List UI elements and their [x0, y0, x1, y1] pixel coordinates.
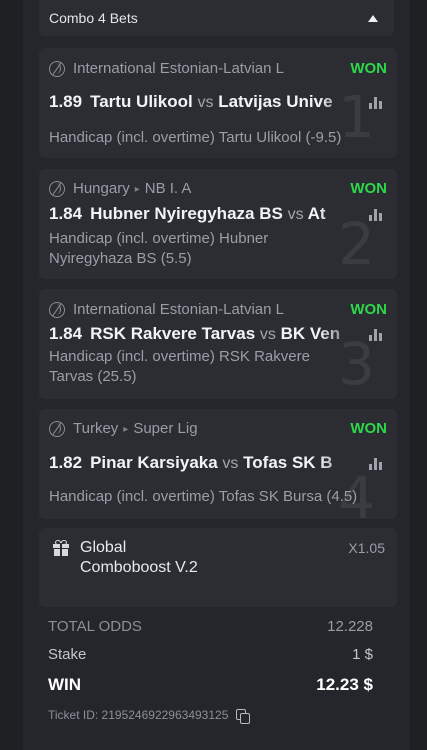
bet-odd: 1.84 [49, 324, 83, 343]
stats-icon[interactable] [369, 95, 385, 109]
combo-title: Combo 4 Bets [49, 10, 138, 26]
market-text: Handicap (incl. overtime) Tofas SK Bursa… [49, 488, 358, 505]
combo-header[interactable]: Combo 4 Bets [39, 0, 394, 36]
bet-card[interactable]: 4 Turkey ▸ Super Lig WON 1.82 Pinar Karsiya… [39, 409, 397, 519]
market-text: Handicap (incl. overtime) RSK Rakvere Ta… [49, 348, 310, 385]
bet-card[interactable]: 2 Hungary ▸ NB I. A WON 1.84 Hubner Nyiregy… [39, 169, 397, 279]
total-odds-value: 12.228 [327, 618, 373, 635]
market-text: Handicap (incl. overtime) Hubner Nyiregy… [49, 230, 269, 267]
comboboost-card: Global Comboboost V.2 X1.05 [39, 528, 397, 607]
status-badge: WON [350, 301, 387, 318]
boost-name: Global Comboboost V.2 [80, 539, 198, 576]
stake-label: Stake [48, 646, 87, 663]
away-team: Tofas SK B [243, 453, 333, 472]
bet-odd: 1.84 [49, 204, 83, 223]
copy-icon[interactable] [236, 708, 251, 724]
league-label: Hungary ▸ NB I. A [73, 180, 192, 197]
home-team: RSK Rakvere Tarvas [90, 324, 256, 343]
basketball-icon [49, 180, 65, 197]
bet-card[interactable]: 3 International Estonian-Latvian L WON 1… [39, 289, 397, 399]
league-label: International Estonian-Latvian L [73, 301, 284, 318]
boost-multiplier: X1.05 [348, 540, 385, 556]
league-label: International Estonian-Latvian L [73, 60, 284, 77]
stats-icon[interactable] [369, 327, 385, 341]
win-row: WIN 12.23 $ [48, 675, 373, 695]
home-team: Tartu Ulikool [90, 92, 193, 111]
away-team: BK Ven [280, 324, 341, 343]
ticket-id-text: Ticket ID: 2195246922963493125 [48, 708, 229, 722]
bet-odd: 1.82 [49, 453, 83, 472]
status-badge: WON [350, 180, 387, 197]
away-team: At [307, 204, 326, 223]
stats-icon[interactable] [369, 456, 385, 470]
basketball-icon [49, 301, 65, 318]
basketball-icon [49, 60, 65, 77]
ticket-id: Ticket ID: 2195246922963493125 [48, 708, 251, 724]
stake-value: 1 $ [352, 646, 373, 663]
total-odds-row: TOTAL ODDS 12.228 [48, 618, 373, 635]
win-value: 12.23 $ [316, 675, 373, 694]
home-team: Hubner Nyiregyhaza BS [90, 204, 283, 223]
match-line: 1.84 Hubner Nyiregyhaza BS vs At [49, 204, 326, 223]
total-odds-label: TOTAL ODDS [48, 618, 142, 635]
win-label: WIN [48, 675, 82, 694]
match-line: 1.84 RSK Rakvere Tarvas vs BK Ven [49, 324, 341, 343]
bet-slip: Combo 4 Bets 1 International Estonian-La… [23, 0, 410, 750]
basketball-icon [49, 420, 65, 437]
stake-row: Stake 1 $ [48, 646, 373, 663]
bet-odd: 1.89 [49, 92, 83, 111]
stats-icon[interactable] [369, 207, 385, 221]
match-line: 1.89 Tartu Ulikool vs Latvijas Unive [49, 92, 333, 111]
bet-card[interactable]: 1 International Estonian-Latvian L WON 1… [39, 48, 397, 158]
status-badge: WON [350, 60, 387, 77]
away-team: Latvijas Unive [218, 92, 333, 111]
league-label: Turkey ▸ Super Lig [73, 420, 198, 437]
match-line: 1.82 Pinar Karsiyaka vs Tofas SK B [49, 453, 333, 472]
status-badge: WON [350, 420, 387, 437]
home-team: Pinar Karsiyaka [90, 453, 218, 472]
caret-up-icon[interactable] [368, 14, 378, 22]
gift-icon [53, 540, 69, 556]
market-text: Handicap (incl. overtime) Tartu Ulikool … [49, 129, 342, 146]
